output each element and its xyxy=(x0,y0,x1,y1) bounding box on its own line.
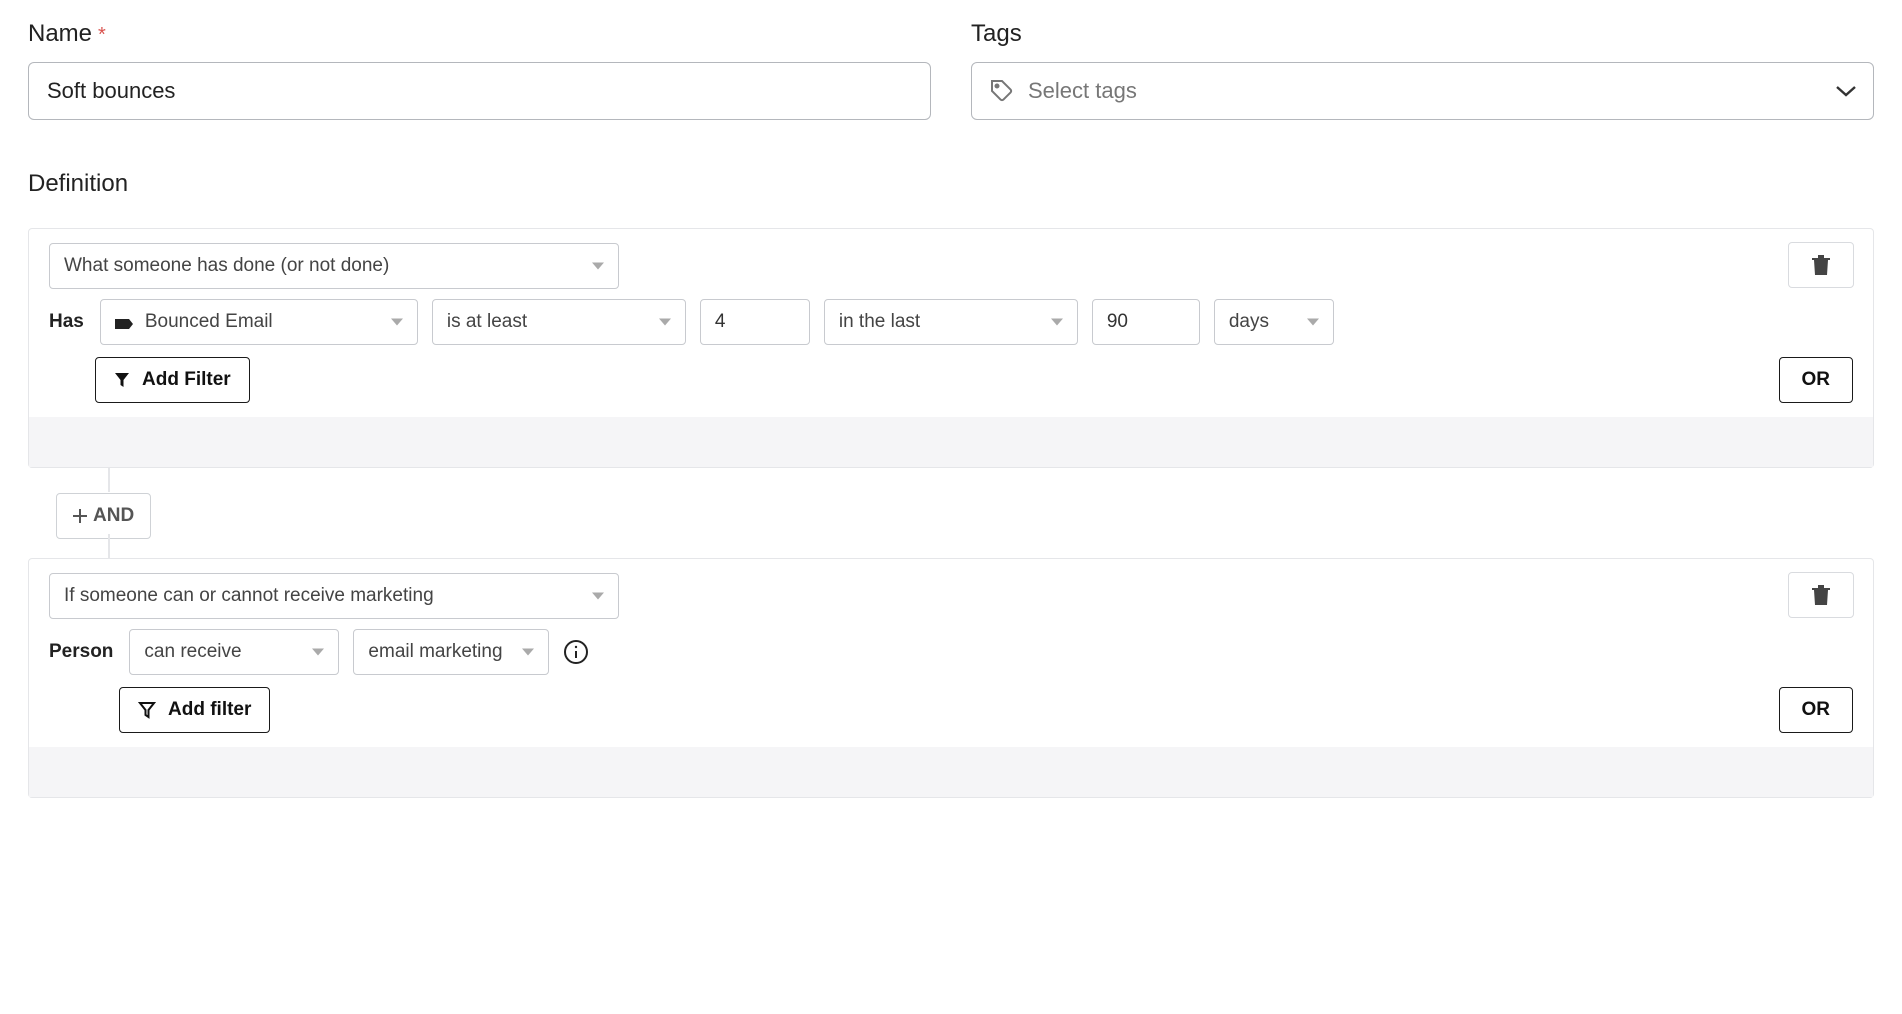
add-filter-button[interactable]: Add Filter xyxy=(95,357,250,403)
info-icon[interactable] xyxy=(563,639,589,665)
unit-select[interactable]: days xyxy=(1214,299,1334,345)
timeframe-select[interactable]: in the last xyxy=(824,299,1078,345)
or-button[interactable]: OR xyxy=(1779,357,1854,403)
name-input[interactable] xyxy=(28,62,931,120)
required-asterisk: * xyxy=(98,24,106,46)
count-input[interactable] xyxy=(700,299,810,345)
condition-type-select[interactable]: What someone has done (or not done) xyxy=(49,243,619,289)
caret-down-icon xyxy=(312,649,324,656)
caret-down-icon xyxy=(592,593,604,600)
trash-icon xyxy=(1812,585,1830,605)
tags-label: Tags xyxy=(971,20,1874,48)
filter-outline-icon xyxy=(138,701,156,719)
caret-down-icon xyxy=(592,263,604,270)
has-label: Has xyxy=(49,311,84,333)
delete-group-button[interactable] xyxy=(1788,242,1854,288)
caret-down-icon xyxy=(522,649,534,656)
caret-down-icon xyxy=(1051,319,1063,326)
tag-icon xyxy=(990,79,1014,103)
operator-select[interactable]: is at least xyxy=(432,299,686,345)
caret-down-icon xyxy=(659,319,671,326)
or-button[interactable]: OR xyxy=(1779,687,1854,733)
duration-input[interactable] xyxy=(1092,299,1200,345)
filter-icon xyxy=(114,372,130,388)
condition-type-select[interactable]: If someone can or cannot receive marketi… xyxy=(49,573,619,619)
condition-group-1: What someone has done (or not done) Has … xyxy=(28,228,1874,468)
and-connector: AND xyxy=(28,468,1874,558)
can-receive-select[interactable]: can receive xyxy=(129,629,339,675)
and-button[interactable]: AND xyxy=(56,493,151,539)
definition-heading: Definition xyxy=(28,170,1874,198)
chevron-down-icon xyxy=(1835,84,1857,98)
person-label: Person xyxy=(49,641,113,663)
flag-icon xyxy=(115,315,133,329)
metric-select[interactable]: Bounced Email xyxy=(100,299,418,345)
caret-down-icon xyxy=(1307,319,1319,326)
channel-select[interactable]: email marketing xyxy=(353,629,549,675)
condition-group-2: If someone can or cannot receive marketi… xyxy=(28,558,1874,798)
tags-placeholder: Select tags xyxy=(1028,78,1137,104)
add-filter-button[interactable]: Add filter xyxy=(119,687,270,733)
delete-group-button[interactable] xyxy=(1788,572,1854,618)
name-label: Name* xyxy=(28,20,931,48)
caret-down-icon xyxy=(391,319,403,326)
tags-select[interactable]: Select tags xyxy=(971,62,1874,120)
trash-icon xyxy=(1812,255,1830,275)
plus-icon xyxy=(73,509,87,523)
